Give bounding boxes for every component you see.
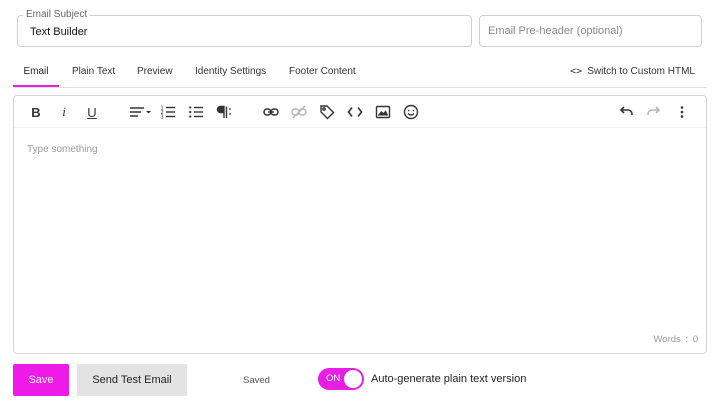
undo-icon[interactable] (616, 102, 636, 122)
email-subject-label: Email Subject (23, 9, 91, 21)
link-icon[interactable] (261, 102, 281, 122)
email-subject-field[interactable]: Email Subject Text Builder (17, 9, 472, 47)
align-icon[interactable] (127, 102, 153, 122)
tab-identity-settings[interactable]: Identity Settings (195, 58, 266, 87)
redo-icon[interactable] (644, 102, 664, 122)
email-preheader-input[interactable] (480, 16, 701, 46)
save-button[interactable]: Save (13, 364, 69, 396)
bullet-list-icon[interactable] (186, 102, 206, 122)
auto-generate-toggle[interactable]: ON (318, 368, 364, 390)
italic-icon[interactable]: i (54, 102, 74, 122)
unlink-icon[interactable] (289, 102, 309, 122)
word-count: Words : 0 (653, 334, 699, 345)
toggle-state-label: ON (326, 373, 341, 384)
editor-toolbar: B i U 123 (14, 96, 706, 128)
bold-icon[interactable]: B (26, 102, 46, 122)
image-icon[interactable] (373, 102, 393, 122)
toggle-knob (344, 370, 362, 388)
emoji-icon[interactable] (401, 102, 421, 122)
email-subject-value[interactable]: Text Builder (30, 26, 87, 39)
email-preheader-field[interactable] (479, 15, 702, 47)
paragraph-icon[interactable] (214, 102, 234, 122)
code-icon[interactable] (345, 102, 365, 122)
tab-preview[interactable]: Preview (137, 58, 173, 87)
word-count-label: Words (653, 334, 681, 345)
tab-email[interactable]: Email (13, 58, 59, 87)
rich-text-editor: B i U 123 Type something Words: 0 (13, 95, 707, 354)
word-count-value: 0 (692, 334, 698, 345)
editor-content-area[interactable]: Type something (27, 144, 98, 155)
svg-text:3: 3 (161, 115, 164, 121)
tab-plain-text[interactable]: Plain Text (72, 58, 115, 87)
send-test-email-button[interactable]: Send Test Email (77, 364, 187, 396)
saved-status: Saved (243, 375, 270, 386)
more-vertical-icon[interactable] (672, 102, 692, 122)
code-icon: <> (570, 66, 583, 77)
tag-icon[interactable] (317, 102, 337, 122)
switch-to-custom-html-button[interactable]: <> Switch to Custom HTML (570, 58, 695, 87)
tab-footer-content[interactable]: Footer Content (289, 58, 356, 87)
editor-tabs: Email Plain Text Preview Identity Settin… (13, 58, 707, 88)
switch-to-custom-html-label: Switch to Custom HTML (587, 66, 695, 77)
ordered-list-icon[interactable]: 123 (158, 102, 178, 122)
underline-icon[interactable]: U (82, 102, 102, 122)
auto-generate-label: Auto-generate plain text version (371, 373, 527, 385)
